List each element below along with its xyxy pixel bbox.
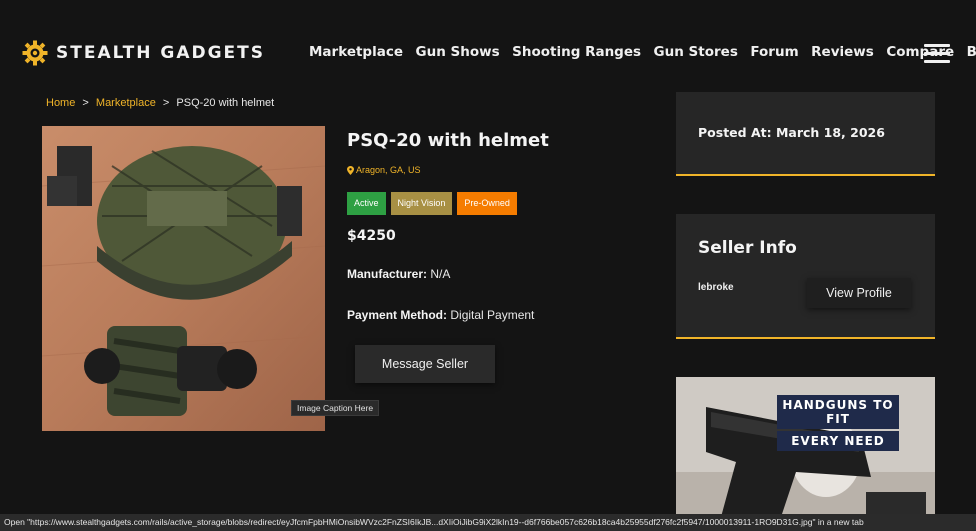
payment-method-field: Payment Method: Digital Payment [347,308,534,322]
brand-name: STEALTH GADGETS [56,43,265,63]
view-profile-button[interactable]: View Profile [807,278,911,308]
nav-shooting-ranges[interactable]: Shooting Ranges [512,44,641,60]
ad-headline: HANDGUNS TO FIT EVERY NEED [777,395,899,453]
breadcrumb-home[interactable]: Home [46,97,75,109]
posted-at-text: Posted At: March 18, 2026 [698,125,885,140]
ad-headline-line-2: EVERY NEED [777,431,899,451]
map-pin-icon [347,165,354,175]
site-logo[interactable]: STEALTH GADGETS [22,40,265,66]
breadcrumb-separator: > [162,97,170,109]
nav-forum[interactable]: Forum [750,44,798,60]
breadcrumb-marketplace[interactable]: Marketplace [96,97,156,109]
category-badge-night-vision: Night Vision [390,192,453,215]
product-title: PSQ-20 with helmet [347,130,549,151]
image-caption: Image Caption Here [291,400,380,416]
location-text: Aragon, GA, US [356,165,421,175]
ad-headline-line-1: HANDGUNS TO FIT [777,395,899,429]
nav-marketplace[interactable]: Marketplace [309,44,403,60]
payment-method-value: Digital Payment [450,308,535,322]
browser-status-bar: Open "https://www.stealthgadgets.com/rai… [0,514,976,531]
seller-info-card: Seller Info lebroke View Profile [676,214,935,339]
breadcrumb: Home > Marketplace > PSQ-20 with helmet [46,97,274,109]
seller-name: lebroke [698,282,734,293]
message-seller-button[interactable]: Message Seller [355,345,495,383]
nav-gun-stores[interactable]: Gun Stores [654,44,738,60]
posted-at-card: Posted At: March 18, 2026 [676,92,935,176]
hamburger-menu-icon[interactable] [924,44,950,64]
nav-blog[interactable]: Blog [967,44,976,60]
payment-method-label: Payment Method: [347,308,448,322]
product-image[interactable] [42,126,325,431]
status-badge-active: Active [347,192,386,215]
gear-logo-icon [22,40,48,66]
breadcrumb-current: PSQ-20 with helmet [176,97,275,109]
condition-badge-pre-owned: Pre-Owned [457,192,517,215]
manufacturer-label: Manufacturer: [347,267,428,281]
seller-info-title: Seller Info [698,238,797,258]
breadcrumb-separator: > [82,97,89,109]
product-price: $4250 [347,228,396,244]
status-badges: Active Night Vision Pre-Owned [347,192,517,215]
manufacturer-value: N/A [430,267,451,281]
nav-gun-shows[interactable]: Gun Shows [416,44,500,60]
main-nav: Marketplace Gun Shows Shooting Ranges Gu… [309,44,976,60]
ad-banner[interactable]: HANDGUNS TO FIT EVERY NEED [676,377,935,517]
site-header: STEALTH GADGETS Marketplace Gun Shows Sh… [0,0,976,90]
manufacturer-field: Manufacturer: N/A [347,267,450,281]
nav-reviews[interactable]: Reviews [811,44,874,60]
product-location: Aragon, GA, US [347,165,421,175]
